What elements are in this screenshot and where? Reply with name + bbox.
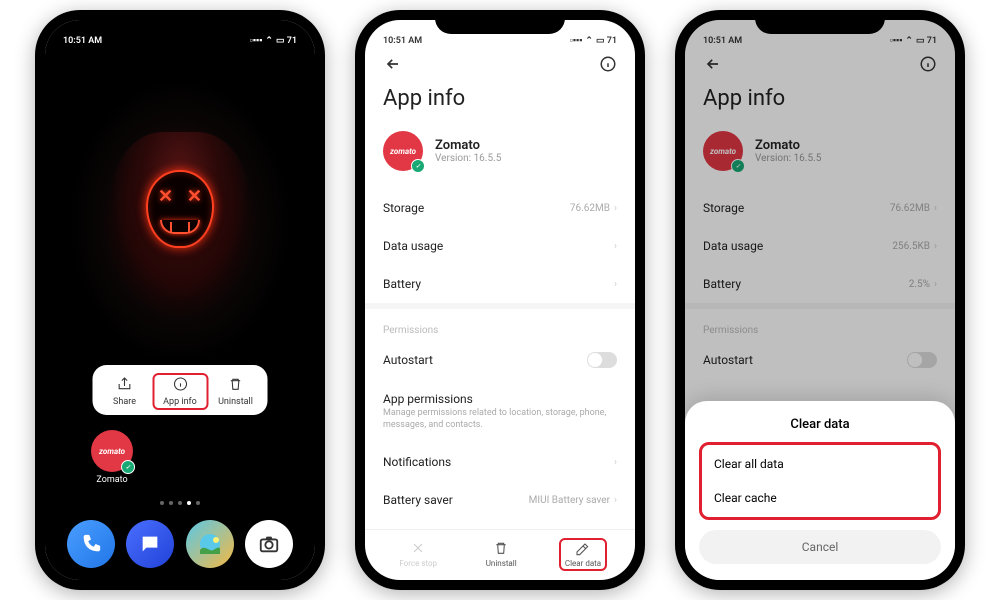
- row-autostart[interactable]: Autostart: [365, 340, 635, 380]
- permissions-section-label: Permissions: [685, 303, 955, 340]
- permissions-section-label: Permissions: [365, 303, 635, 340]
- app-icon-zomato[interactable]: zomato✓ Zomato: [91, 430, 133, 485]
- battery-icon: ▭ 71: [916, 36, 937, 46]
- phone-app-info: 10:51 AM ▫▪▪▪ ⌃ ▭ 71 App info zomato✓ Zo…: [355, 10, 645, 590]
- app-name: Zomato: [755, 138, 821, 153]
- app-badge-icon: ✓: [121, 460, 135, 474]
- signal-icon: ▫▪▪▪: [250, 35, 263, 46]
- context-uninstall[interactable]: Uninstall: [208, 373, 264, 409]
- dock-messages[interactable]: [126, 520, 174, 568]
- row-battery[interactable]: Battery ›: [365, 265, 635, 303]
- autostart-toggle: [907, 352, 937, 368]
- dock-phone[interactable]: [67, 520, 115, 568]
- notch: [115, 10, 245, 34]
- zomato-icon: zomato✓: [383, 131, 423, 171]
- dock-camera[interactable]: [245, 520, 293, 568]
- phone-clear-data-dialog: 10:51 AM ▫▪▪▪ ⌃ ▭ 71 App info zomato✓ Zo…: [675, 10, 965, 590]
- context-uninstall-label: Uninstall: [218, 397, 253, 407]
- autostart-toggle[interactable]: [587, 352, 617, 368]
- zomato-icon: zomato✓: [91, 430, 133, 472]
- bottom-actions: Force stop Uninstall Clear data: [365, 529, 635, 580]
- row-battery: Battery 2.5%›: [685, 265, 955, 303]
- action-force-stop: Force stop: [393, 538, 443, 570]
- more-info-button: [919, 55, 937, 77]
- phone-home-screen: 10:51 AM ▫▪▪▪ ⌃ ▭ 71 ✕ ✕: [35, 10, 325, 590]
- chevron-right-icon: ›: [614, 457, 617, 468]
- zomato-icon: zomato✓: [703, 131, 743, 171]
- row-storage[interactable]: Storage 76.62MB›: [365, 189, 635, 227]
- row-app-permissions[interactable]: App permissions Manage permissions relat…: [365, 380, 635, 443]
- signal-icon: ▫▪▪▪: [570, 35, 583, 46]
- page-title: App info: [365, 78, 635, 125]
- row-data-usage[interactable]: Data usage ›: [365, 227, 635, 265]
- info-icon: [172, 375, 188, 393]
- dock-gallery[interactable]: [186, 520, 234, 568]
- action-uninstall[interactable]: Uninstall: [480, 538, 523, 570]
- notch: [755, 10, 885, 34]
- context-app-info-label: App info: [163, 397, 197, 407]
- wallpaper-figure: ✕ ✕: [105, 132, 255, 332]
- row-battery-saver[interactable]: Battery saver MIUI Battery saver›: [365, 481, 635, 519]
- page-indicator: [160, 501, 200, 505]
- share-icon: [117, 375, 133, 393]
- chevron-right-icon: ›: [614, 241, 617, 252]
- battery-icon: ▭ 71: [596, 36, 617, 46]
- back-button[interactable]: [383, 54, 403, 78]
- wifi-icon: ⌃: [265, 36, 273, 46]
- wifi-icon: ⌃: [585, 36, 593, 46]
- context-share[interactable]: Share: [97, 373, 153, 409]
- sheet-title: Clear data: [699, 413, 941, 442]
- page-title: App info: [685, 78, 955, 125]
- cancel-button[interactable]: Cancel: [699, 530, 941, 564]
- trash-icon: [228, 375, 244, 393]
- wifi-icon: ⌃: [905, 36, 913, 46]
- more-info-button[interactable]: [599, 55, 617, 77]
- action-clear-data[interactable]: Clear data: [559, 538, 607, 571]
- option-clear-cache[interactable]: Clear cache: [708, 481, 932, 515]
- row-data-usage: Data usage 256.5KB›: [685, 227, 955, 265]
- app-label: Zomato: [96, 475, 127, 485]
- notch: [435, 10, 565, 34]
- chevron-right-icon: ›: [614, 203, 617, 214]
- back-button: [703, 54, 723, 78]
- row-autostart: Autostart: [685, 340, 955, 380]
- app-context-menu: Share App info Uninstall: [93, 365, 268, 415]
- status-time: 10:51 AM: [383, 36, 422, 46]
- app-version: Version: 16.5.5: [755, 153, 821, 164]
- app-version: Version: 16.5.5: [435, 153, 501, 164]
- chevron-right-icon: ›: [614, 495, 617, 506]
- status-time: 10:51 AM: [63, 36, 102, 46]
- context-app-info[interactable]: App info: [152, 373, 208, 410]
- clear-data-sheet: Clear data Clear all data Clear cache Ca…: [685, 401, 955, 580]
- row-notifications[interactable]: Notifications ›: [365, 443, 635, 481]
- app-name: Zomato: [435, 138, 501, 153]
- battery-icon: ▭ 71: [276, 36, 297, 46]
- app-header: zomato✓ Zomato Version: 16.5.5: [365, 125, 635, 189]
- signal-icon: ▫▪▪▪: [890, 35, 903, 46]
- sheet-options-highlight: Clear all data Clear cache: [699, 442, 941, 520]
- option-clear-all-data[interactable]: Clear all data: [708, 447, 932, 481]
- chevron-right-icon: ›: [614, 279, 617, 290]
- context-share-label: Share: [113, 397, 136, 407]
- app-header: zomato✓ Zomato Version: 16.5.5: [685, 125, 955, 189]
- status-time: 10:51 AM: [703, 36, 742, 46]
- dock: [45, 520, 315, 568]
- row-storage: Storage 76.62MB›: [685, 189, 955, 227]
